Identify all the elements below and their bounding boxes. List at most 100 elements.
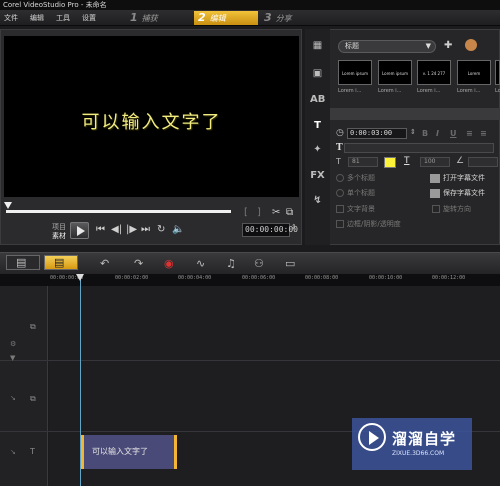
title-thumbnail[interactable]: v. 1 24 277: [417, 60, 451, 85]
radio-icon: [336, 189, 344, 197]
track-options-icon[interactable]: ⚙: [10, 340, 16, 348]
duration-spinner-icon[interactable]: ⇕: [410, 128, 416, 136]
redo-icon[interactable]: ↷: [134, 257, 143, 270]
graphic-icon[interactable]: ✦: [310, 143, 325, 156]
scrubber-handle[interactable]: [4, 202, 12, 209]
play-button[interactable]: [70, 222, 89, 239]
save-subtitle-button[interactable]: 保存字幕文件: [430, 188, 485, 198]
title-thumbnail[interactable]: Lorem ipsum: [378, 60, 412, 85]
subtitle-editor-icon[interactable]: ▭: [285, 257, 295, 270]
step-share[interactable]: 3 分享: [260, 11, 324, 25]
timecode-display[interactable]: 00:00:00:00: [242, 223, 298, 237]
media-icon[interactable]: ▦: [310, 39, 325, 52]
menu-tools[interactable]: 工具: [56, 10, 70, 26]
multi-title-label: 多个标题: [347, 174, 375, 182]
single-title-option[interactable]: 单个标题: [336, 188, 375, 198]
thumbnail-caption: Lorem i...: [378, 88, 402, 94]
transition-icon[interactable]: AB: [310, 93, 325, 106]
ruler-tick-label: 00:00:02:00: [115, 275, 149, 281]
title-thumbnail[interactable]: [495, 60, 500, 85]
instant-project-icon[interactable]: ▣: [310, 67, 325, 80]
reverse-option[interactable]: 旋转方向: [432, 204, 471, 214]
checkbox-icon: [336, 220, 344, 228]
library-category-bar: ▦ ▣ AB T ✦ FX ↯: [305, 29, 330, 245]
window-title: Corel VideoStudio Pro - 未命名: [0, 0, 500, 10]
clip-mode-label[interactable]: 素材: [52, 231, 66, 241]
underline-icon[interactable]: U: [450, 129, 457, 138]
align-left-icon[interactable]: ≡: [466, 129, 473, 138]
video-track-icon[interactable]: ⧉: [30, 322, 36, 332]
home-icon[interactable]: ⏮: [96, 224, 105, 235]
sound-mixer-icon[interactable]: ∿: [196, 257, 205, 270]
preview-window[interactable]: 可以输入文字了: [4, 36, 299, 197]
library-category-select[interactable]: 标题 ▼: [338, 40, 436, 53]
menu-file[interactable]: 文件: [4, 10, 18, 26]
timecode-spinner-icon[interactable]: ⇕: [291, 223, 297, 231]
next-frame-icon[interactable]: |▶: [126, 224, 137, 235]
motion-tracking-icon[interactable]: ⚇: [254, 257, 264, 270]
title-thumbnail[interactable]: Lorem ipsum: [338, 60, 372, 85]
align-center-icon[interactable]: ≡: [480, 129, 487, 138]
auto-music-icon[interactable]: ♫: [226, 257, 236, 270]
line-spacing-icon: T: [404, 156, 410, 166]
ruler-tick-label: 00:00:12:00: [432, 275, 466, 281]
end-icon[interactable]: ⏭: [141, 224, 150, 235]
chevron-down-icon: ▼: [425, 42, 431, 50]
text-background-option[interactable]: 文字背景: [336, 204, 375, 214]
preview-overlay-text[interactable]: 可以输入文字了: [4, 108, 299, 134]
watermark-play-icon: [358, 423, 386, 451]
multi-title-option[interactable]: 多个标题: [336, 173, 375, 183]
checkbox-icon: [432, 205, 440, 213]
overlay-track-icon[interactable]: ⧉: [30, 394, 36, 404]
prev-frame-icon[interactable]: ◀|: [111, 224, 122, 235]
step-edit-label: 编辑: [209, 14, 226, 23]
playhead-marker[interactable]: [76, 274, 84, 281]
angle-field[interactable]: [468, 157, 498, 167]
filter-icon[interactable]: FX: [310, 169, 325, 182]
chevron-down-icon[interactable]: ▼: [10, 354, 15, 362]
repeat-icon[interactable]: ↻: [157, 224, 165, 235]
checkbox-icon: [336, 205, 344, 213]
menu-bar: 文件 编辑 工具 设置 1 捕获 2 编辑 3 分享: [0, 10, 500, 26]
title-track-icon[interactable]: T: [30, 447, 35, 456]
add-library-icon[interactable]: ✚: [444, 40, 452, 51]
mark-in-button[interactable]: [: [244, 207, 248, 218]
open-subtitle-button[interactable]: 打开字幕文件: [430, 173, 485, 183]
title-track-toggle-icon[interactable]: ↘: [10, 448, 16, 456]
line-spacing-select[interactable]: 100: [420, 157, 450, 167]
step-edit[interactable]: 2 编辑: [194, 11, 258, 25]
watermark-brand: 溜溜自学: [392, 430, 457, 448]
title-thumbnail[interactable]: Lorem: [457, 60, 491, 85]
storyboard-icon: ▤: [16, 256, 27, 269]
record-capture-icon[interactable]: ◉: [164, 257, 174, 270]
menu-settings[interactable]: 设置: [82, 10, 96, 26]
save-subtitle-label: 保存字幕文件: [443, 189, 485, 197]
menu-edit[interactable]: 编辑: [30, 10, 44, 26]
volume-icon[interactable]: 🔈: [172, 224, 184, 235]
thumbnail-caption: Lorem i...: [338, 88, 362, 94]
step-capture[interactable]: 1 捕获: [126, 11, 192, 25]
track-divider: [0, 360, 500, 361]
thumbnail-caption: Lorem i...: [457, 88, 481, 94]
title-icon[interactable]: T: [310, 119, 325, 132]
bold-icon[interactable]: B: [422, 129, 428, 138]
font-size-select[interactable]: 81: [348, 157, 378, 167]
italic-icon[interactable]: I: [436, 129, 439, 138]
text-color-swatch[interactable]: [384, 157, 396, 168]
border-shadow-option[interactable]: 边框/阴影/透明度: [336, 219, 401, 229]
ruler-tick-label: 00:00:10:00: [369, 275, 403, 281]
path-icon[interactable]: ↯: [310, 194, 325, 207]
cut-icon[interactable]: ✂: [272, 207, 280, 218]
mark-out-button[interactable]: ]: [257, 207, 261, 218]
enlarge-icon[interactable]: ⧉: [286, 207, 293, 218]
step-capture-label: 捕获: [141, 14, 158, 23]
angle-icon: ∠: [456, 156, 465, 166]
library-options-icon[interactable]: [465, 39, 477, 51]
title-clip[interactable]: 可以输入文字了: [81, 435, 177, 469]
font-family-select[interactable]: [344, 143, 494, 153]
options-tab-strip[interactable]: [330, 108, 500, 120]
duration-field[interactable]: 0:00:03:00: [347, 128, 407, 139]
overlay-track-toggle-icon[interactable]: ↘: [10, 394, 16, 402]
scrubber-bar[interactable]: [6, 210, 231, 213]
undo-icon[interactable]: ↶: [100, 257, 109, 270]
